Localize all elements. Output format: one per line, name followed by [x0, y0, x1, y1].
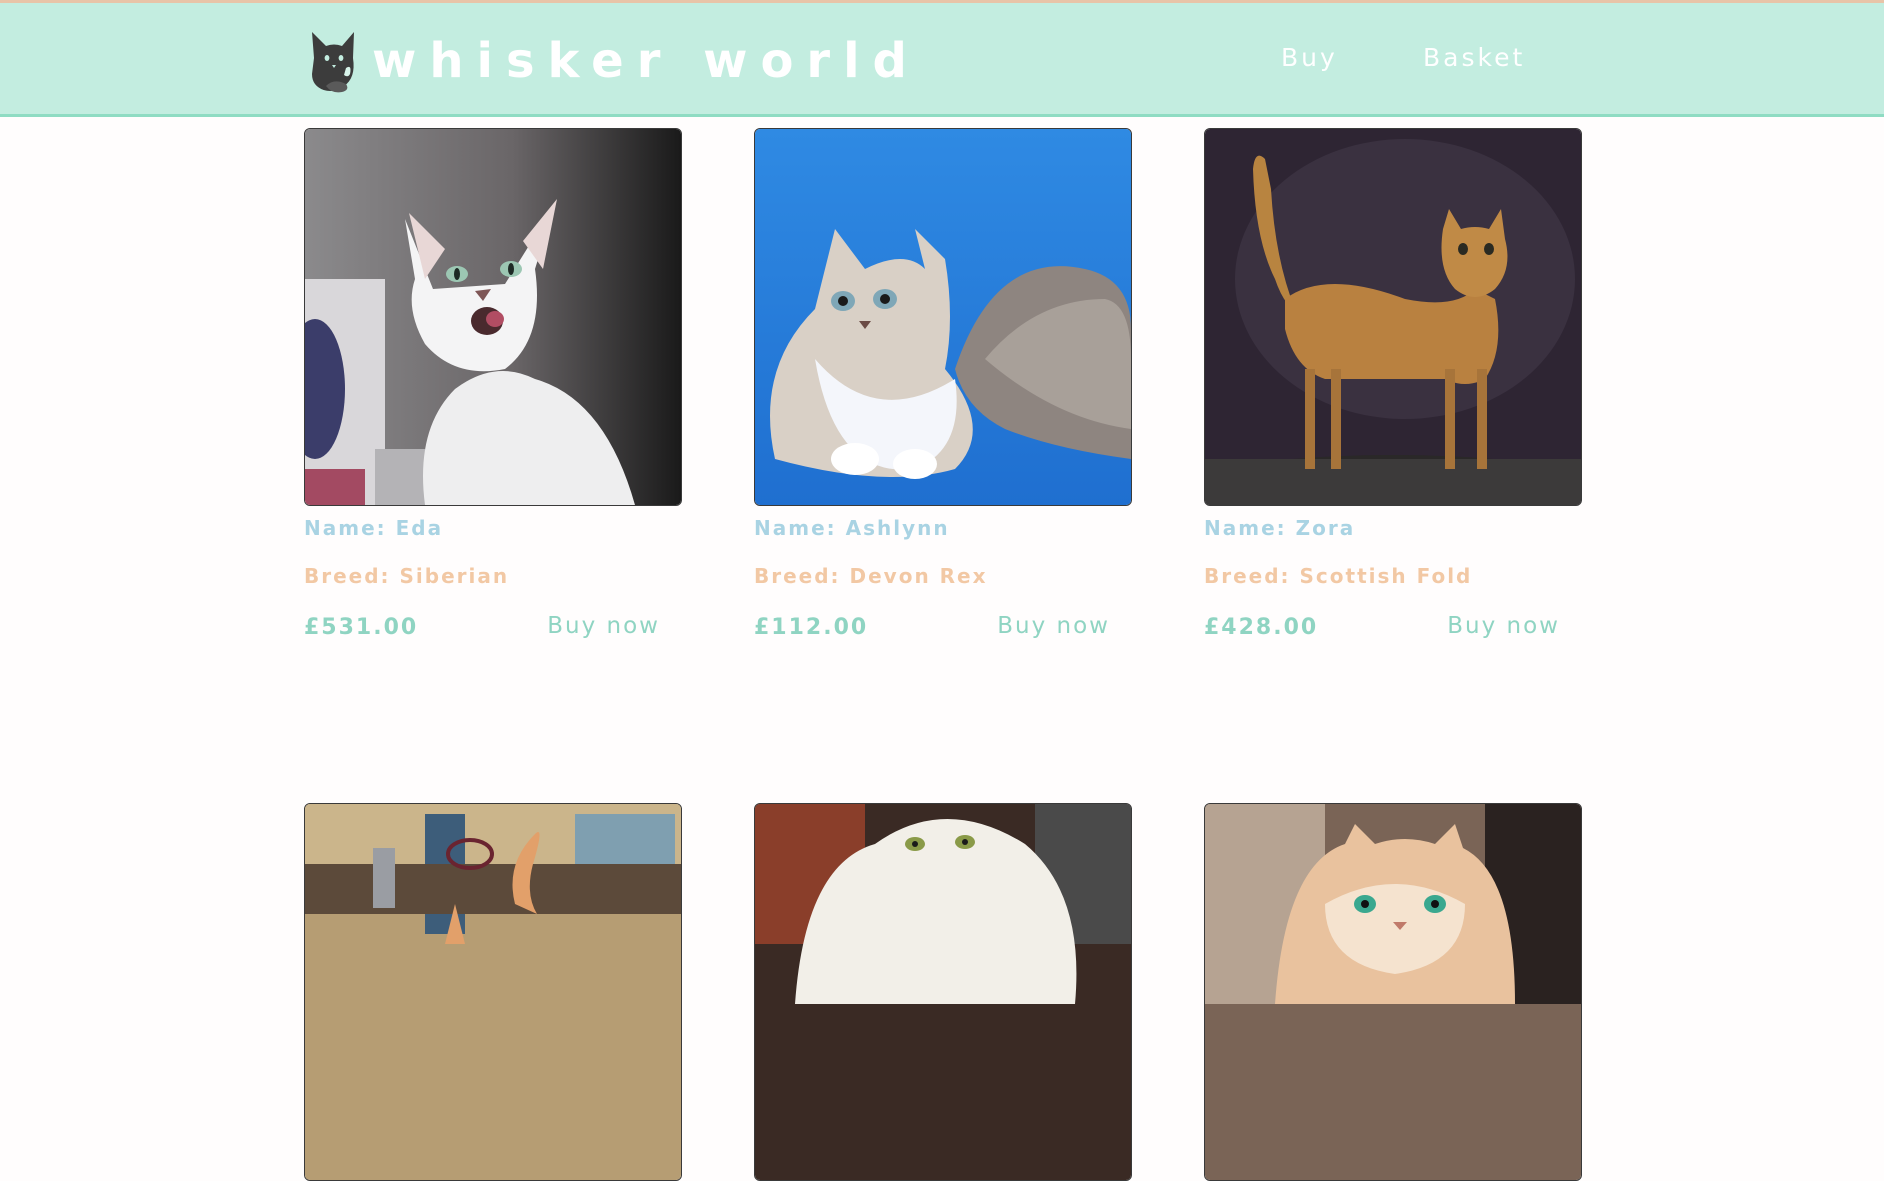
product-card: Name: Ashlynn Breed: Devon Rex £112.00 B… — [754, 128, 1132, 642]
product-breed: Breed: Siberian — [304, 564, 510, 588]
product-name: Name: Eda — [304, 516, 444, 540]
brand-name: whisker world — [372, 33, 920, 89]
brand-logo[interactable]: whisker world — [306, 27, 920, 95]
fluffy-cat-image — [755, 129, 1131, 505]
product-breed: Breed: Devon Rex — [754, 564, 988, 588]
buy-now-button[interactable]: Buy now — [547, 612, 660, 640]
kitchen-cat-image — [305, 804, 681, 1180]
buy-now-button[interactable]: Buy now — [1447, 612, 1560, 640]
nav-buy-link[interactable]: Buy — [1281, 45, 1338, 70]
product-name: Name: Ashlynn — [754, 516, 950, 540]
product-card: Name: Zora Breed: Scottish Fold £428.00 … — [1204, 128, 1582, 642]
product-price: £428.00 — [1204, 615, 1319, 640]
golden-persian-cat-image — [1205, 804, 1581, 1180]
product-breed: Breed: Scottish Fold — [1204, 564, 1473, 588]
product-photo[interactable] — [1204, 803, 1582, 1181]
ginger-cat-image — [1205, 129, 1581, 505]
product-price: £531.00 — [304, 615, 419, 640]
white-cat-image — [305, 129, 681, 505]
product-card — [1204, 803, 1582, 1181]
white-persian-cat-image — [755, 804, 1131, 1180]
product-card — [754, 803, 1132, 1181]
product-photo[interactable] — [304, 803, 682, 1181]
product-card — [304, 803, 682, 1181]
product-name: Name: Zora — [1204, 516, 1356, 540]
site-header: whisker world Buy Basket — [0, 3, 1884, 117]
product-photo[interactable] — [1204, 128, 1582, 506]
buy-now-button[interactable]: Buy now — [997, 612, 1110, 640]
product-photo[interactable] — [754, 128, 1132, 506]
cat-logo-icon — [312, 32, 354, 93]
product-price: £112.00 — [754, 615, 869, 640]
nav-basket-link[interactable]: Basket — [1423, 45, 1525, 70]
product-photo[interactable] — [754, 803, 1132, 1181]
product-card: Name: Eda Breed: Siberian £531.00 Buy no… — [304, 128, 682, 642]
product-photo[interactable] — [304, 128, 682, 506]
